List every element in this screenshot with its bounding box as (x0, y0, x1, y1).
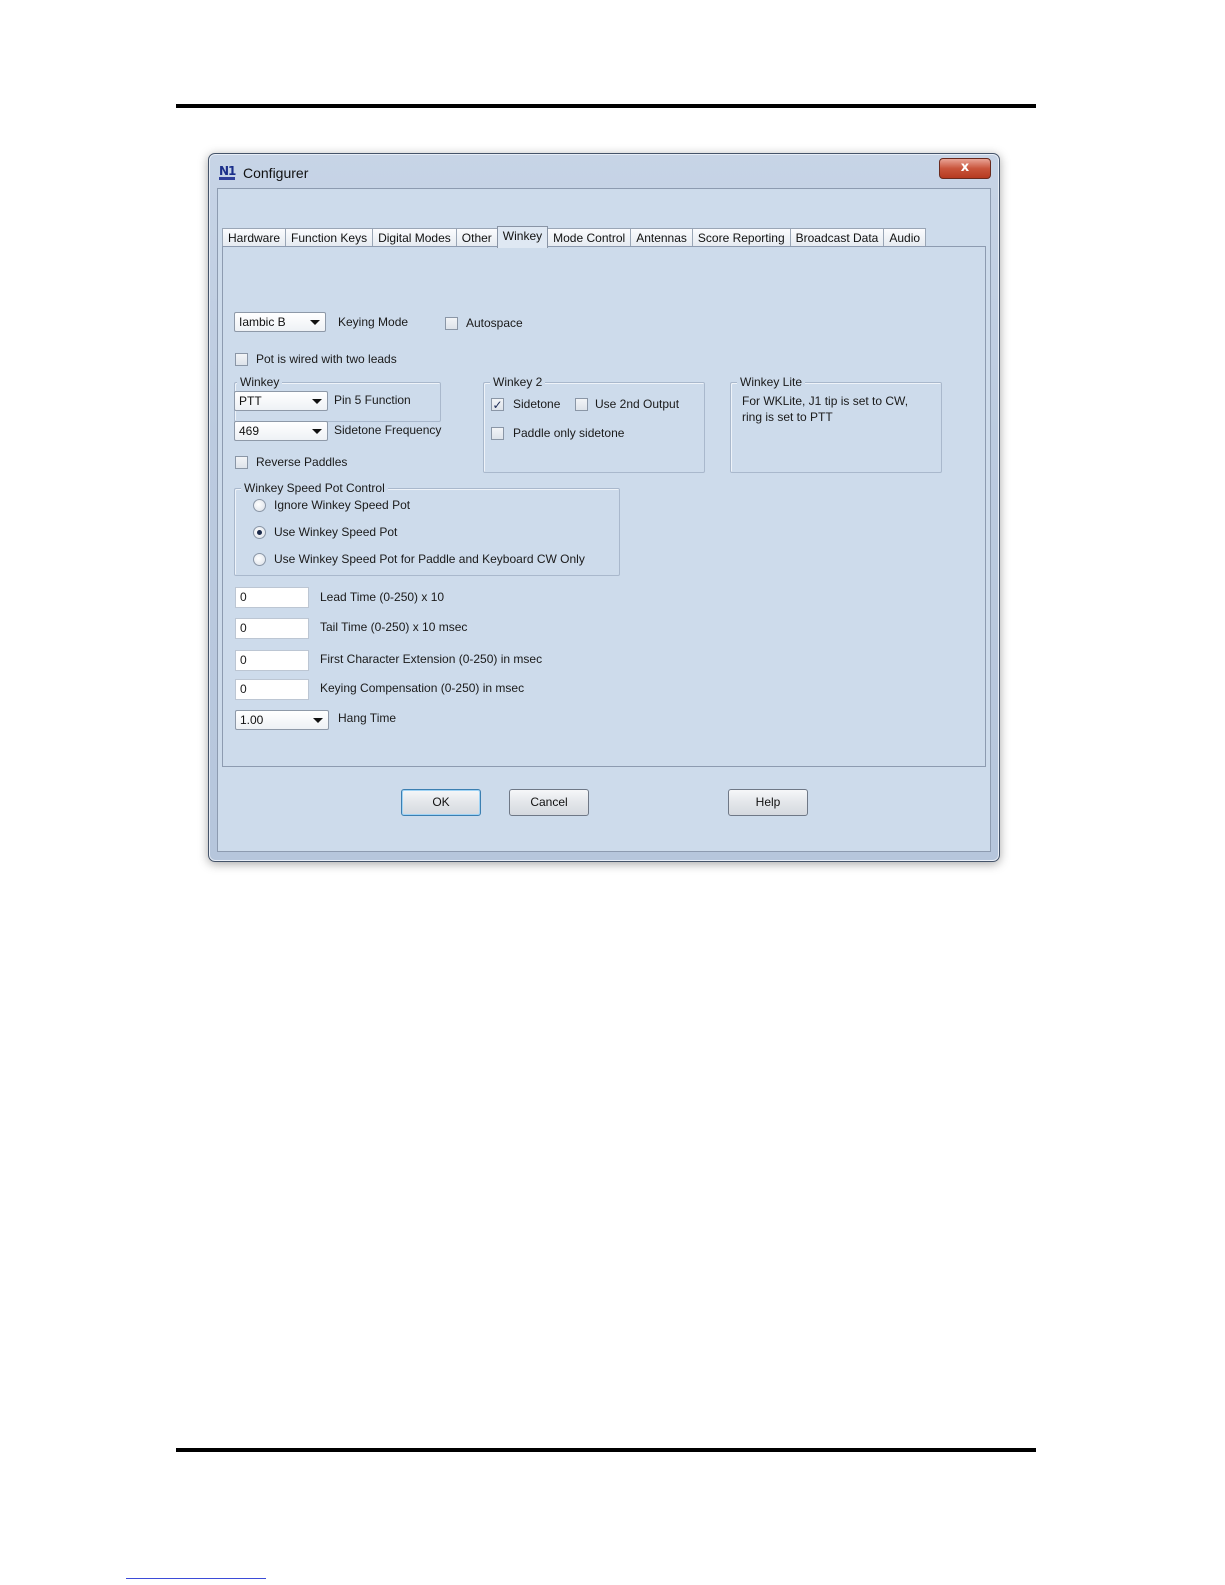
pot-two-leads-label: Pot is wired with two leads (256, 352, 397, 366)
chevron-down-icon (312, 429, 322, 434)
winkey-tab-panel: Iambic B Keying Mode Autospace Pot is wi… (222, 246, 986, 767)
tab-strip: Hardware Function Keys Digital Modes Oth… (222, 225, 927, 248)
pin5-function-value: PTT (239, 394, 262, 408)
winkey-lite-note-line1: For WKLite, J1 tip is set to CW, (742, 394, 909, 408)
keying-mode-dropdown[interactable]: Iambic B (234, 312, 326, 332)
pin5-function-dropdown[interactable]: PTT (234, 391, 328, 411)
tab-other[interactable]: Other (455, 228, 498, 247)
speed-pot-group-legend: Winkey Speed Pot Control (241, 481, 388, 495)
chevron-down-icon (310, 320, 320, 325)
pin5-function-label: Pin 5 Function (334, 393, 411, 407)
speed-pot-paddle-keyboard-radio[interactable] (253, 553, 266, 566)
radio-selected-dot-icon (257, 530, 262, 535)
lead-time-input[interactable]: 0 (235, 587, 309, 608)
use-speed-pot-radio[interactable] (253, 526, 266, 539)
sidetone-label: Sidetone (513, 397, 561, 411)
checkmark-icon: ✓ (492, 398, 503, 412)
tab-broadcast-data[interactable]: Broadcast Data (789, 228, 885, 247)
page-top-rule (176, 104, 1036, 108)
reverse-paddles-checkbox[interactable] (235, 456, 248, 469)
ok-button[interactable]: OK (401, 789, 481, 816)
tab-audio[interactable]: Audio (883, 228, 927, 247)
autospace-label: Autospace (466, 316, 523, 330)
paddle-only-sidetone-checkbox[interactable] (491, 427, 504, 440)
tail-time-label: Tail Time (0-250) x 10 msec (320, 620, 468, 634)
tab-winkey[interactable]: Winkey (496, 226, 549, 248)
tab-score-reporting[interactable]: Score Reporting (691, 228, 791, 247)
winkey-lite-note-line2: ring is set to PTT (742, 410, 833, 424)
winkey-group-legend: Winkey (237, 375, 283, 389)
keying-mode-value: Iambic B (239, 315, 286, 329)
tab-mode-control[interactable]: Mode Control (547, 228, 632, 247)
close-button[interactable]: x (939, 158, 991, 179)
tail-time-input[interactable]: 0 (235, 618, 309, 639)
window-client-area: Hardware Function Keys Digital Modes Oth… (217, 188, 991, 852)
n1mm-logo-icon: N1 (219, 164, 236, 180)
sidetone-frequency-label: Sidetone Frequency (334, 423, 442, 437)
keying-compensation-input[interactable]: 0 (235, 679, 309, 700)
tab-antennas[interactable]: Antennas (630, 228, 693, 247)
hang-time-label: Hang Time (338, 711, 397, 725)
chevron-down-icon (312, 399, 322, 404)
winkey-lite-note: For WKLite, J1 tip is set to CW, ring is… (742, 393, 908, 425)
keying-compensation-label: Keying Compensation (0-250) in msec (320, 681, 525, 695)
winkey2-group-legend: Winkey 2 (490, 375, 546, 389)
use-speed-pot-label: Use Winkey Speed Pot (274, 525, 398, 539)
page-bottom-rule (176, 1448, 1036, 1452)
help-button[interactable]: Help (728, 789, 808, 816)
ignore-speed-pot-radio[interactable] (253, 499, 266, 512)
hang-time-value: 1.00 (240, 713, 264, 727)
reverse-paddles-label: Reverse Paddles (256, 455, 348, 469)
paddle-only-sidetone-label: Paddle only sidetone (513, 426, 625, 440)
chevron-down-icon (313, 718, 323, 723)
first-char-extension-input[interactable]: 0 (235, 650, 309, 671)
tab-digital-modes[interactable]: Digital Modes (372, 228, 457, 247)
lead-time-label: Lead Time (0-250) x 10 (320, 590, 445, 604)
configurer-window: N1 Configurer x Hardware Function Keys D… (208, 153, 1000, 862)
sidetone-frequency-dropdown[interactable]: 469 (234, 421, 328, 441)
sidetone-checkbox[interactable]: ✓ (491, 398, 504, 411)
autospace-checkbox[interactable] (445, 317, 458, 330)
first-char-extension-label: First Character Extension (0-250) in mse… (320, 652, 543, 666)
sidetone-frequency-value: 469 (239, 424, 260, 438)
speed-pot-paddle-keyboard-label: Use Winkey Speed Pot for Paddle and Keyb… (274, 552, 585, 566)
tab-hardware[interactable]: Hardware (222, 228, 287, 247)
pot-two-leads-checkbox[interactable] (235, 353, 248, 366)
winkey-lite-group-legend: Winkey Lite (737, 375, 806, 389)
ignore-speed-pot-label: Ignore Winkey Speed Pot (274, 498, 411, 512)
cancel-button[interactable]: Cancel (509, 789, 589, 816)
hang-time-dropdown[interactable]: 1.00 (235, 710, 329, 730)
use-2nd-output-label: Use 2nd Output (595, 397, 680, 411)
title-bar[interactable]: N1 Configurer x (209, 154, 999, 190)
window-title: Configurer (243, 165, 309, 181)
use-2nd-output-checkbox[interactable] (575, 398, 588, 411)
footer-link-underline (126, 1578, 266, 1579)
tab-function-keys[interactable]: Function Keys (285, 228, 374, 247)
keying-mode-label: Keying Mode (338, 315, 409, 329)
